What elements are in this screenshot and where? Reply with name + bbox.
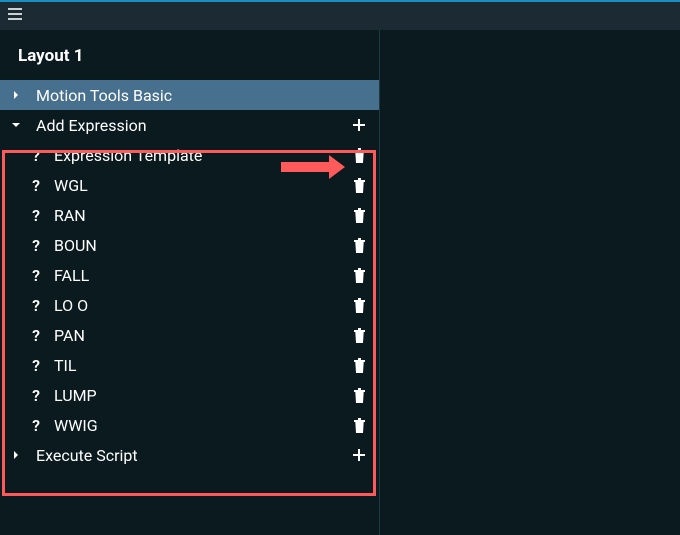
list-item[interactable]: ?LUMP — [0, 380, 379, 410]
titlebar — [0, 2, 680, 30]
section-add-expression[interactable]: Add Expression — [0, 110, 379, 140]
item-label: BOUN — [46, 236, 349, 255]
chevron-down-icon[interactable] — [6, 120, 26, 130]
question-icon: ? — [26, 356, 46, 375]
add-icon[interactable] — [349, 448, 369, 462]
trash-icon[interactable] — [349, 418, 369, 433]
list-item[interactable]: ?PAN — [0, 320, 379, 350]
trash-icon[interactable] — [349, 268, 369, 283]
trash-icon[interactable] — [349, 208, 369, 223]
question-icon: ? — [26, 416, 46, 435]
left-panel: Layout 1 Motion Tools Basic Add Expressio… — [0, 30, 380, 535]
question-icon: ? — [26, 236, 46, 255]
section-execute-script[interactable]: Execute Script — [0, 440, 379, 470]
question-icon: ? — [26, 326, 46, 345]
chevron-right-icon[interactable] — [6, 90, 26, 100]
list-item[interactable]: ?FALL — [0, 260, 379, 290]
item-label: RAN — [46, 206, 349, 225]
item-label: WGL — [46, 176, 349, 195]
item-label: PAN — [46, 326, 349, 345]
list-item[interactable]: ?TIL — [0, 350, 379, 380]
trash-icon[interactable] — [349, 358, 369, 373]
trash-icon[interactable] — [349, 148, 369, 163]
trash-icon[interactable] — [349, 298, 369, 313]
main-area: Layout 1 Motion Tools Basic Add Expressio… — [0, 30, 680, 535]
section-label: Add Expression — [26, 116, 349, 135]
add-icon[interactable] — [349, 118, 369, 132]
trash-icon[interactable] — [349, 328, 369, 343]
panel-title: Layout 1 — [0, 30, 379, 80]
section-label: Execute Script — [26, 446, 349, 465]
question-icon: ? — [26, 176, 46, 195]
right-panel — [380, 30, 680, 535]
chevron-right-icon[interactable] — [6, 450, 26, 460]
item-label: TIL — [46, 356, 349, 375]
list-item[interactable]: ?WGL — [0, 170, 379, 200]
item-label: FALL — [46, 266, 349, 285]
question-icon: ? — [26, 206, 46, 225]
list-item[interactable]: ?LO O — [0, 290, 379, 320]
menu-icon[interactable] — [8, 8, 22, 24]
question-icon: ? — [26, 386, 46, 405]
item-label: LO O — [46, 296, 349, 315]
section-motion-tools-basic[interactable]: Motion Tools Basic — [0, 80, 379, 110]
trash-icon[interactable] — [349, 388, 369, 403]
list-item[interactable]: ?RAN — [0, 200, 379, 230]
item-label: LUMP — [46, 386, 349, 405]
list-item[interactable]: ?Expression Template — [0, 140, 379, 170]
item-label: Expression Template — [46, 146, 349, 165]
trash-icon[interactable] — [349, 178, 369, 193]
question-icon: ? — [26, 266, 46, 285]
list-item[interactable]: ?BOUN — [0, 230, 379, 260]
section-label: Motion Tools Basic — [26, 86, 369, 105]
question-icon: ? — [26, 146, 46, 165]
question-icon: ? — [26, 296, 46, 315]
trash-icon[interactable] — [349, 238, 369, 253]
item-label: WWIG — [46, 416, 349, 435]
list-item[interactable]: ?WWIG — [0, 410, 379, 440]
